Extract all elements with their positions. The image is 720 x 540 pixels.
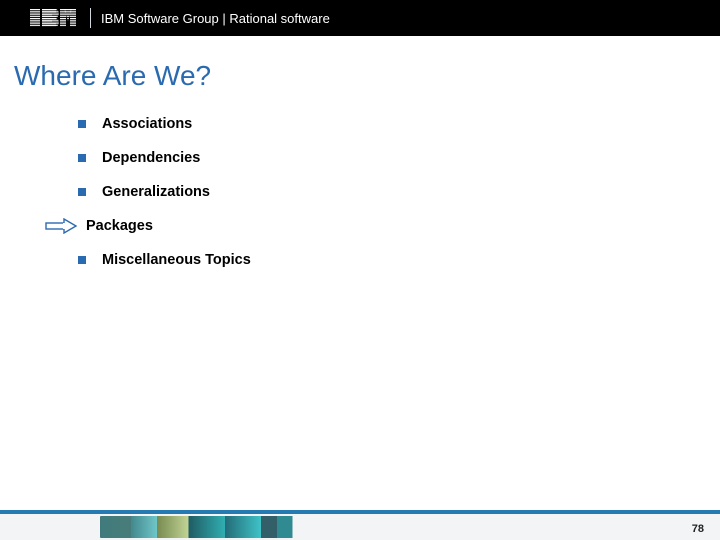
agenda-item-current: Packages xyxy=(78,216,720,236)
slide-title: Where Are We? xyxy=(14,60,720,92)
agenda-item-label: Miscellaneous Topics xyxy=(102,252,251,268)
header-text: IBM Software Group | Rational software xyxy=(101,11,330,26)
square-bullet-icon xyxy=(78,188,86,196)
footer-band: 78 xyxy=(0,514,720,540)
square-bullet-icon xyxy=(78,256,86,264)
agenda-item: Associations xyxy=(78,114,720,134)
agenda-item: Miscellaneous Topics xyxy=(78,250,720,270)
arrow-right-icon xyxy=(44,218,78,234)
page-number: 78 xyxy=(692,523,704,535)
agenda-item-label: Associations xyxy=(102,116,192,132)
agenda-item: Generalizations xyxy=(78,182,720,202)
ibm-logo xyxy=(30,9,76,27)
square-bullet-icon xyxy=(78,120,86,128)
agenda-item: Dependencies xyxy=(78,148,720,168)
header-divider xyxy=(90,8,91,28)
header-bar: IBM Software Group | Rational software xyxy=(0,0,720,36)
agenda-item-label: Packages xyxy=(86,218,153,234)
agenda-item-label: Generalizations xyxy=(102,184,210,200)
agenda-list: Associations Dependencies Generalization… xyxy=(78,114,720,270)
agenda-item-label: Dependencies xyxy=(102,150,200,166)
square-bullet-icon xyxy=(78,154,86,162)
footer-decorative-image xyxy=(100,516,360,538)
